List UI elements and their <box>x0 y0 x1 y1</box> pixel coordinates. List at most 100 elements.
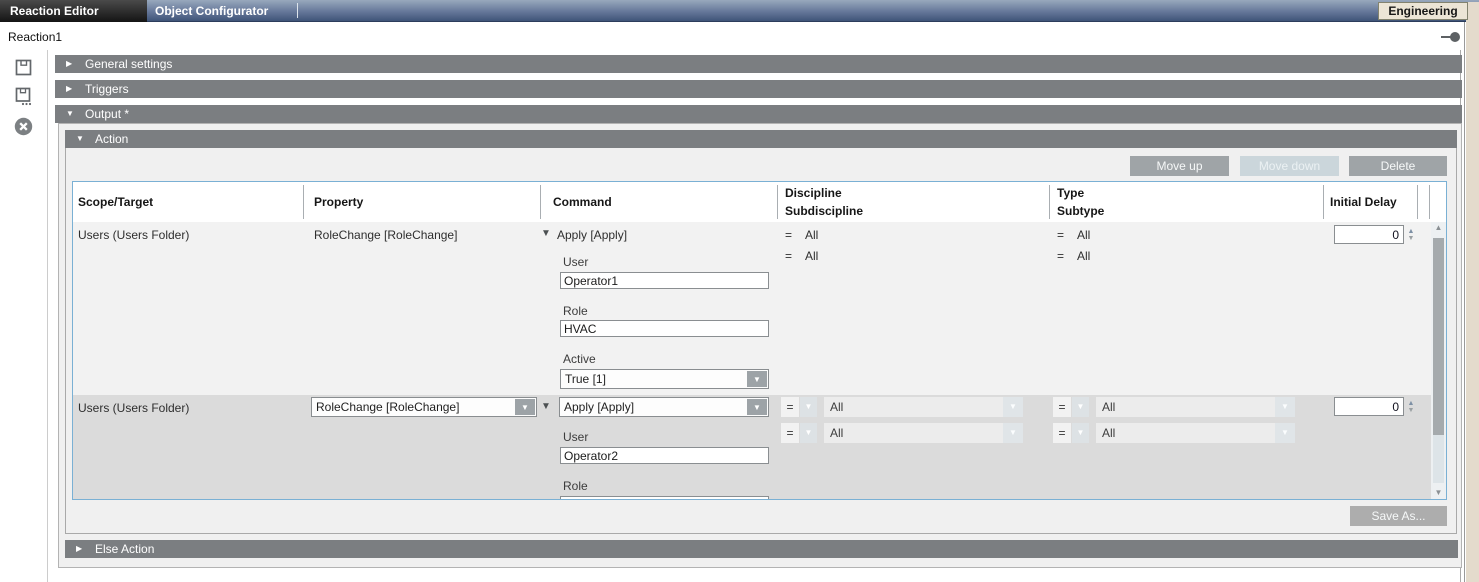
column-divider <box>777 185 778 219</box>
initial-delay-input[interactable] <box>1334 397 1404 416</box>
collapse-command-icon[interactable]: ▼ <box>541 402 551 412</box>
chevron-down-icon[interactable]: ▼ <box>800 397 817 417</box>
chevron-down-icon[interactable]: ▼ <box>1072 423 1089 443</box>
chevron-down-icon[interactable]: ▼ <box>1275 397 1295 417</box>
save-icon[interactable] <box>14 58 34 78</box>
expand-icon: ▶ <box>66 60 85 68</box>
scrollbar-thumb[interactable] <box>1433 238 1444 435</box>
subdiscipline-dropdown[interactable]: All ▼ <box>824 423 1023 443</box>
scroll-up-icon[interactable]: ▲ <box>1431 222 1446 234</box>
scope-target-cell: Users (Users Folder) <box>78 401 189 415</box>
column-header-property: Property <box>314 195 363 209</box>
section-label: Else Action <box>95 542 154 556</box>
column-divider <box>540 185 541 219</box>
tab-separator <box>297 3 298 18</box>
role-label: Role <box>563 304 588 318</box>
active-label: Active <box>563 352 596 366</box>
section-triggers[interactable]: ▶ Triggers <box>55 80 1462 98</box>
chevron-down-icon[interactable]: ▼ <box>1072 397 1089 417</box>
spin-down-icon[interactable]: ▼ <box>1408 407 1415 414</box>
chevron-down-icon[interactable]: ▼ <box>800 423 817 443</box>
section-label: Output * <box>85 107 129 121</box>
scope-target-cell: Users (Users Folder) <box>78 228 189 242</box>
save-as-button[interactable]: Save As... <box>1350 506 1447 526</box>
subdiscipline-operator-dropdown[interactable]: = <box>781 423 799 443</box>
action-table: Scope/Target Property Command Discipline… <box>72 181 1447 500</box>
user-label: User <box>563 430 588 444</box>
user-input[interactable] <box>560 272 769 289</box>
role-input[interactable] <box>560 496 769 499</box>
discipline-value: All <box>805 228 818 242</box>
chevron-down-icon[interactable]: ▼ <box>1003 423 1023 443</box>
chevron-down-icon[interactable]: ▼ <box>1275 423 1295 443</box>
initial-delay-stepper[interactable]: ▲ ▼ <box>1405 225 1417 244</box>
subdiscipline-operator: = <box>785 249 792 263</box>
role-label: Role <box>563 479 588 493</box>
table-scrollbar[interactable]: ▲ ▼ <box>1431 222 1446 499</box>
top-tab-bar: Reaction Editor Object Configurator <box>0 0 1479 22</box>
user-input[interactable] <box>560 447 769 464</box>
spin-up-icon[interactable]: ▲ <box>1408 400 1415 407</box>
expand-icon: ▶ <box>76 545 95 553</box>
engineering-button[interactable]: Engineering <box>1378 2 1468 20</box>
column-header-subdiscipline: Subdiscipline <box>785 204 863 218</box>
move-down-button: Move down <box>1240 156 1339 176</box>
subtype-operator-dropdown[interactable]: = <box>1053 423 1071 443</box>
chevron-down-icon[interactable]: ▼ <box>747 399 767 415</box>
user-label: User <box>563 255 588 269</box>
section-action[interactable]: ▼ Action <box>65 130 1457 148</box>
reaction-editor-window: Reaction Editor Object Configurator Engi… <box>0 0 1479 582</box>
pin-icon[interactable] <box>1450 32 1460 42</box>
discipline-value: All <box>830 400 1001 414</box>
save-as-icon[interactable] <box>14 87 34 107</box>
chevron-down-icon[interactable]: ▼ <box>1003 397 1023 417</box>
column-header-subtype: Subtype <box>1057 204 1104 218</box>
type-value: All <box>1077 228 1090 242</box>
chevron-down-icon[interactable]: ▼ <box>747 371 767 387</box>
table-row[interactable]: Users (Users Folder) RoleChange [RoleCha… <box>73 222 1446 395</box>
section-output[interactable]: ▼ Output * <box>55 105 1462 123</box>
tab-reaction-editor[interactable]: Reaction Editor <box>0 0 147 22</box>
discipline-operator-dropdown[interactable]: = <box>781 397 799 417</box>
subtype-value: All <box>1102 426 1273 440</box>
column-header-initial-delay: Initial Delay <box>1330 195 1397 209</box>
section-general-settings[interactable]: ▶ General settings <box>55 55 1462 73</box>
type-operator-dropdown[interactable]: = <box>1053 397 1071 417</box>
column-divider <box>1417 185 1418 219</box>
column-header-type: Type <box>1057 186 1084 200</box>
property-dropdown[interactable]: RoleChange [RoleChange] ▼ <box>311 397 537 417</box>
column-header-scope-target: Scope/Target <box>78 195 153 209</box>
command-dropdown[interactable]: Apply [Apply] ▼ <box>559 397 769 417</box>
type-dropdown[interactable]: All ▼ <box>1096 397 1295 417</box>
section-else-action[interactable]: ▶ Else Action <box>65 540 1458 558</box>
subtype-value: All <box>1077 249 1090 263</box>
spin-down-icon[interactable]: ▼ <box>1408 235 1415 242</box>
window-frame-strip <box>1466 2 1479 582</box>
active-value: True [1] <box>565 372 745 386</box>
tab-object-configurator[interactable]: Object Configurator <box>155 0 268 22</box>
active-dropdown[interactable]: True [1] ▼ <box>560 369 769 389</box>
collapse-icon: ▼ <box>66 110 85 118</box>
column-divider <box>1323 185 1324 219</box>
column-divider <box>303 185 304 219</box>
delete-button[interactable]: Delete <box>1349 156 1447 176</box>
discipline-operator: = <box>785 228 792 242</box>
scrollbar-track[interactable] <box>1433 435 1444 483</box>
collapse-command-icon[interactable]: ▼ <box>541 229 551 239</box>
panel-edge-line <box>1464 22 1465 582</box>
close-icon[interactable] <box>14 117 34 137</box>
column-header-discipline: Discipline <box>785 186 842 200</box>
role-input[interactable] <box>560 320 769 337</box>
section-label: General settings <box>85 57 172 71</box>
discipline-dropdown[interactable]: All ▼ <box>824 397 1023 417</box>
command-cell: Apply [Apply] <box>557 228 627 242</box>
move-up-button[interactable]: Move up <box>1130 156 1229 176</box>
table-row-selected[interactable]: Users (Users Folder) RoleChange [RoleCha… <box>73 395 1446 499</box>
scroll-down-icon[interactable]: ▼ <box>1431 487 1446 499</box>
spin-up-icon[interactable]: ▲ <box>1408 228 1415 235</box>
column-header-command: Command <box>553 195 612 209</box>
initial-delay-stepper[interactable]: ▲ ▼ <box>1405 397 1417 416</box>
initial-delay-input[interactable] <box>1334 225 1404 244</box>
subtype-dropdown[interactable]: All ▼ <box>1096 423 1295 443</box>
chevron-down-icon[interactable]: ▼ <box>515 399 535 415</box>
